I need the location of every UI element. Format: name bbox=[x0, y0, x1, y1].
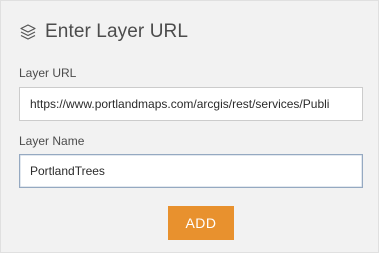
layer-name-input[interactable] bbox=[19, 154, 363, 188]
layer-name-label: Layer Name bbox=[19, 134, 85, 148]
panel-header: Enter Layer URL bbox=[19, 19, 188, 45]
layer-url-input[interactable] bbox=[19, 87, 363, 121]
add-layer-panel: Enter Layer URL Layer URL Layer Name ADD bbox=[0, 0, 379, 253]
panel-title: Enter Layer URL bbox=[45, 21, 189, 42]
add-button[interactable]: ADD bbox=[168, 206, 234, 240]
layer-url-label: Layer URL bbox=[19, 66, 77, 80]
layers-icon bbox=[19, 23, 37, 41]
